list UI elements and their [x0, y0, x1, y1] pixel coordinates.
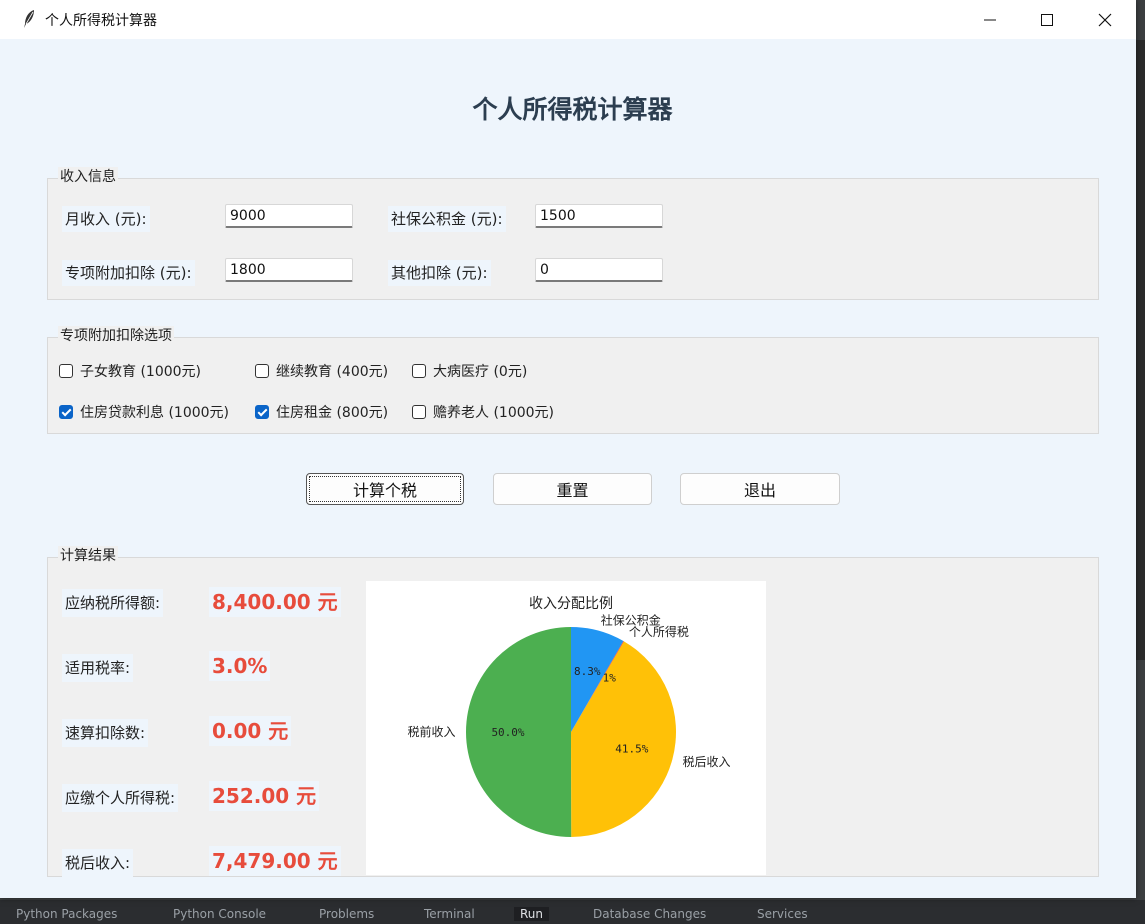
checkbox-box[interactable] [412, 405, 426, 419]
ide-tab-python-console[interactable]: Python Console [173, 907, 266, 921]
title-bar[interactable]: 个人所得税计算器 [0, 0, 1136, 39]
chart-title: 收入分配比例 [529, 596, 613, 612]
income-tax-value: 252.00 元 [209, 781, 320, 811]
checkbox-continuing-education[interactable]: 继续教育 (400元) [255, 361, 388, 381]
special-deduction-input[interactable] [225, 258, 353, 282]
checkbox-box[interactable] [59, 364, 73, 378]
checkbox-box[interactable] [412, 364, 426, 378]
results-group-legend: 计算结果 [58, 546, 118, 566]
ide-tab-problems[interactable]: Problems [319, 907, 374, 921]
monthly-income-label: 月收入 (元): [62, 206, 150, 232]
ide-tab-database-changes[interactable]: Database Changes [593, 907, 706, 921]
other-deduction-input[interactable] [535, 258, 663, 282]
close-button[interactable] [1076, 0, 1134, 39]
checkbox-label: 住房租金 (800元) [276, 405, 389, 421]
tax-rate-value: 3.0% [209, 651, 271, 681]
checkbox-label: 继续教育 (400元) [276, 364, 389, 380]
pie-pct-label-3: 8.3% [574, 665, 601, 678]
app-window: 个人所得税计算器 个人所得税计算器 收入信息 月收入 (元): 社保公积金 (元… [0, 0, 1136, 898]
social-security-label: 社保公积金 (元): [388, 206, 506, 232]
pie-slice-label-0: 税前收入 [407, 724, 455, 739]
pie-chart: 50.0% 税前收入 41.5% 税后收入 0.1% 个人所得税 8.3% 社保公积金 收入分配… [366, 581, 766, 875]
close-icon [1098, 13, 1112, 27]
checkbox-elderly-support[interactable]: 赡养老人 (1000元) [412, 402, 554, 422]
checkbox-label: 子女教育 (1000元) [80, 364, 202, 380]
checkbox-box-checked[interactable] [255, 405, 269, 419]
window-title: 个人所得税计算器 [45, 13, 157, 29]
checkbox-box-checked[interactable] [59, 405, 73, 419]
reset-button-label: 重置 [556, 481, 589, 500]
checkbox-label: 住房贷款利息 (1000元) [80, 405, 230, 421]
checkbox-box[interactable] [255, 364, 269, 378]
monthly-income-input[interactable] [225, 204, 353, 228]
pie-pct-label-0: 50.0% [491, 726, 524, 739]
ide-tab-run[interactable]: Run [514, 907, 550, 921]
after-tax-income-value: 7,479.00 元 [209, 846, 341, 876]
other-deduction-label: 其他扣除 (元): [388, 260, 491, 286]
social-security-input[interactable] [535, 204, 663, 228]
reset-button[interactable]: 重置 [493, 473, 652, 505]
quick-deduction-value: 0.00 元 [209, 716, 292, 746]
taxable-income-value: 8,400.00 元 [209, 587, 341, 617]
checkbox-medical[interactable]: 大病医疗 (0元) [412, 361, 527, 381]
pie-chart-svg: 50.0%税前收入41.5%税后收入0.1%个人所得税8.3%社保公积金收入分配… [407, 596, 731, 837]
minimize-icon [984, 19, 996, 21]
special-deduction-label: 专项附加扣除 (元): [62, 260, 195, 286]
after-tax-income-label: 税后收入: [62, 849, 134, 877]
pie-slice-label-1: 税后收入 [683, 755, 731, 769]
taxable-income-label: 应纳税所得额: [62, 589, 164, 617]
deduction-options-legend: 专项附加扣除选项 [58, 326, 174, 346]
maximize-button[interactable] [1018, 0, 1076, 39]
ide-tab-services[interactable]: Services [757, 907, 808, 921]
tax-rate-label: 适用税率: [62, 654, 134, 682]
focus-ring [309, 476, 461, 502]
income-group-legend: 收入信息 [58, 167, 118, 187]
maximize-icon [1041, 14, 1053, 26]
ide-right-strip [1135, 40, 1145, 660]
ide-bottom-toolbar: Python Packages Python Console Problems … [0, 900, 1145, 924]
checkbox-label: 大病医疗 (0元) [433, 364, 528, 380]
exit-button[interactable]: 退出 [680, 473, 840, 505]
pie-slice-label-3: 社保公积金 [601, 612, 661, 627]
checkbox-housing-loan[interactable]: 住房贷款利息 (1000元) [59, 402, 229, 422]
checkbox-housing-rent[interactable]: 住房租金 (800元) [255, 402, 388, 422]
feather-icon [24, 10, 34, 28]
exit-button-label: 退出 [743, 481, 776, 500]
pie-pct-label-1: 41.5% [615, 742, 648, 755]
ide-tab-python-packages[interactable]: Python Packages [16, 907, 117, 921]
calculate-button[interactable]: 计算个税 [306, 473, 464, 505]
minimize-button[interactable] [961, 0, 1019, 39]
quick-deduction-label: 速算扣除数: [62, 719, 149, 747]
page-title: 个人所得税计算器 [472, 95, 673, 124]
checkbox-child-education[interactable]: 子女教育 (1000元) [59, 361, 201, 381]
ide-tab-terminal[interactable]: Terminal [424, 907, 475, 921]
income-tax-label: 应缴个人所得税: [62, 784, 179, 812]
checkbox-label: 赡养老人 (1000元) [433, 405, 555, 421]
